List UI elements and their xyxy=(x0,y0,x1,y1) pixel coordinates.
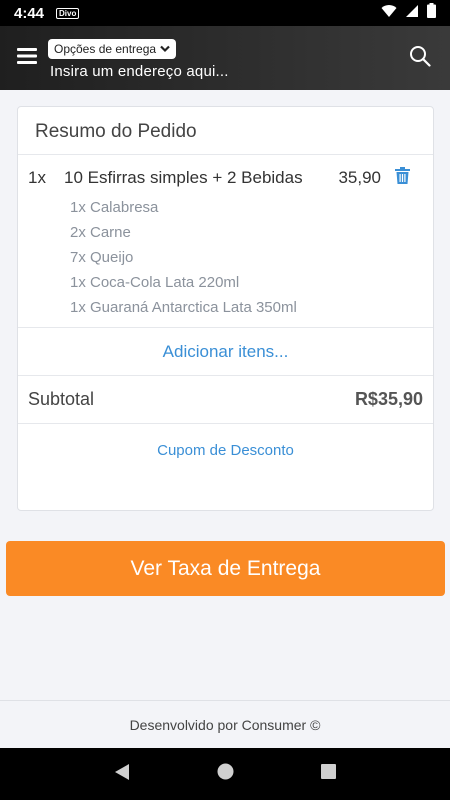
delivery-options-label: Opções de entrega xyxy=(54,41,157,56)
item-name: 10 Esfirras simples + 2 Bebidas xyxy=(64,168,303,187)
delivery-options-select[interactable]: Opções de entrega xyxy=(48,38,177,59)
search-button[interactable] xyxy=(390,26,450,90)
add-items-link[interactable]: Adicionar itens... xyxy=(18,328,433,376)
search-icon xyxy=(409,45,431,72)
sub-item: 1x Coca-Cola Lata 220ml xyxy=(70,274,240,291)
address-input[interactable]: Insira um endereço aqui... xyxy=(50,63,390,80)
footer: Desenvolvido por Consumer © xyxy=(0,700,450,748)
subtotal-label: Subtotal xyxy=(28,389,95,409)
signal-icon xyxy=(405,4,419,23)
coupon-link[interactable]: Cupom de Desconto xyxy=(18,424,433,476)
system-nav-bar xyxy=(0,748,450,800)
status-time: 4:44 xyxy=(14,4,45,22)
notification-badge: Divo xyxy=(56,7,80,19)
delete-item-button[interactable] xyxy=(381,167,423,189)
status-bar: 4:44 Divo xyxy=(0,0,450,26)
status-icons xyxy=(381,3,436,23)
footer-text: Desenvolvido por Consumer © xyxy=(129,716,321,733)
battery-icon xyxy=(427,3,436,23)
recents-nav-icon[interactable] xyxy=(321,764,337,784)
view-delivery-fee-button[interactable]: Ver Taxa de Entrega xyxy=(6,541,445,596)
subtotal-value: R$35,90 xyxy=(354,389,423,409)
order-summary-card: Resumo do Pedido 1x 10 Esfirras simples … xyxy=(17,106,434,511)
sub-item: 1x Calabresa xyxy=(70,199,159,216)
chevron-down-icon xyxy=(160,42,170,56)
address-block: Opções de entrega Insira um endereço aqu… xyxy=(48,37,390,80)
subtotal-row: Subtotal R$35,90 xyxy=(18,376,433,424)
trash-icon xyxy=(394,167,410,189)
sub-item: 7x Queijo xyxy=(70,249,134,266)
item-price: 35,90 xyxy=(338,168,381,187)
app-bar: Opções de entrega Insira um endereço aqu… xyxy=(0,26,450,90)
hamburger-menu-icon xyxy=(17,47,37,69)
home-nav-icon[interactable] xyxy=(217,763,234,785)
order-summary-title: Resumo do Pedido xyxy=(18,107,433,155)
order-item: 1x 10 Esfirras simples + 2 Bebidas 35,90 xyxy=(18,155,433,328)
sub-item: 1x Guaraná Antarctica Lata 350ml xyxy=(70,299,297,316)
sub-item: 2x Carne xyxy=(70,224,131,241)
order-item-row: 1x 10 Esfirras simples + 2 Bebidas 35,90 xyxy=(28,167,423,189)
back-nav-icon[interactable] xyxy=(114,763,130,786)
menu-button[interactable] xyxy=(0,26,54,90)
wifi-icon xyxy=(381,4,397,23)
sub-items-list: 1x Calabresa 2x Carne 7x Queijo 1x Coca-… xyxy=(28,195,423,320)
item-quantity: 1x xyxy=(28,168,46,187)
